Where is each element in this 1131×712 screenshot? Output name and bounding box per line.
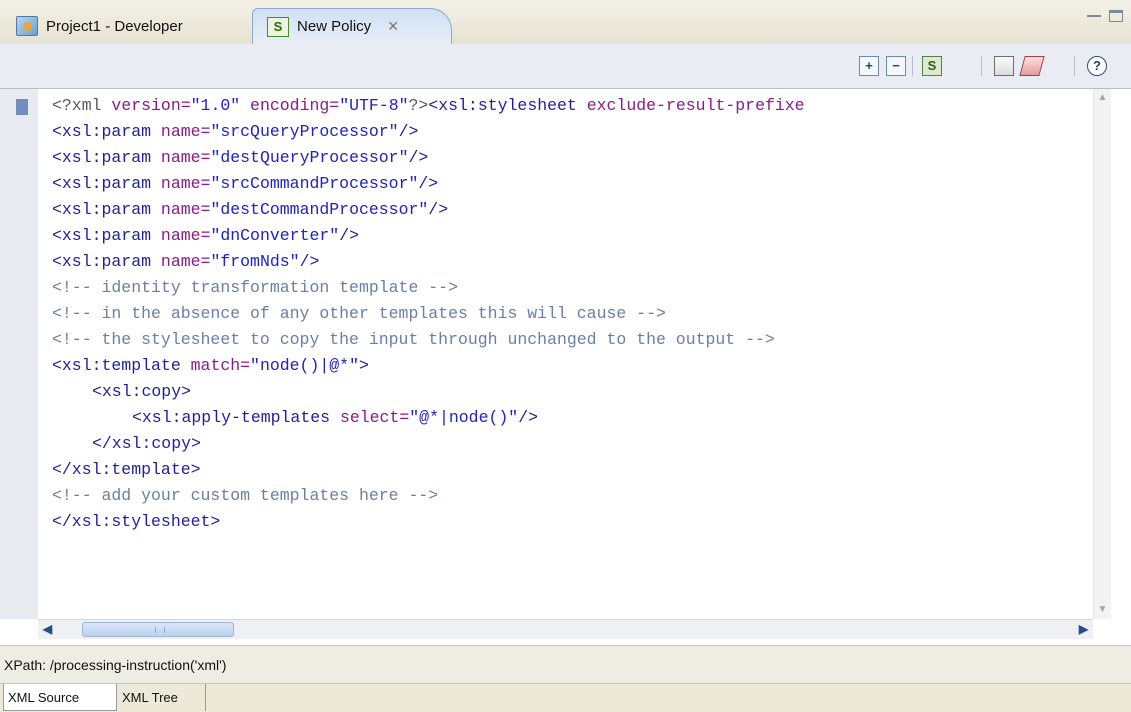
code-line-param: <xsl:param name="destQueryProcessor"/> [52,148,429,167]
scroll-left-icon[interactable]: ◀ [38,620,57,639]
editor-view-tabs: XML Source XML Tree [0,683,1131,712]
code-comment-line: <!-- identity transformation template --… [52,278,458,297]
close-icon[interactable]: ✕ [387,18,399,35]
current-line-marker [16,99,28,115]
copy-icon[interactable] [994,56,1014,76]
code-line-param: <xsl:param name="srcQueryProcessor"/> [52,122,419,141]
code-line-1: <?xml version="1.0" encoding="UTF-8"?><x… [52,96,805,115]
code-line-copy-close: </xsl:copy> [92,434,201,453]
tab-xml-tree[interactable]: XML Tree [118,684,206,711]
vertical-scrollbar[interactable]: ▲ ▼ [1093,89,1111,619]
eraser-icon[interactable] [1019,56,1045,76]
tab-new-policy[interactable]: S New Policy ✕ [252,8,452,44]
window-controls [1087,10,1123,27]
grip-icon [155,627,165,633]
tab-project1-developer[interactable]: Project1 - Developer [4,8,244,44]
code-line-param: <xsl:param name="srcCommandProcessor"/> [52,174,439,193]
help-icon[interactable]: ? [1087,56,1107,76]
scroll-down-icon[interactable]: ▼ [1094,601,1111,619]
expand-all-icon[interactable]: + [859,56,879,76]
code-area[interactable]: <?xml version="1.0" encoding="UTF-8"?><x… [38,89,1092,619]
editor-tab-bar: Project1 - Developer S New Policy ✕ [0,0,1131,45]
xpath-status: XPath: /processing-instruction('xml') [0,645,1131,683]
code-line-stylesheet-close: </xsl:stylesheet> [52,512,221,531]
project-icon [16,16,38,36]
tab-label: Project1 - Developer [46,17,183,35]
code-line-template-close: </xsl:template> [52,460,201,479]
schema-icon[interactable]: S [922,56,942,76]
code-comment-line: <!-- add your custom templates here --> [52,486,439,505]
code-comment-line: <!-- in the absence of any other templat… [52,304,666,323]
toolbar-divider [1074,56,1075,76]
tab-xml-source[interactable]: XML Source [3,684,117,711]
toolbar-divider [912,56,913,76]
code-line-param: <xsl:param name="dnConverter"/> [52,226,359,245]
policy-toolbar: + − S ? [0,44,1131,89]
editor-window: Project1 - Developer S New Policy ✕ + − … [0,0,1131,712]
horizontal-scroll-thumb[interactable] [82,622,234,637]
maximize-icon[interactable] [1109,10,1123,22]
minimize-icon[interactable] [1087,15,1101,27]
code-line-copy-open: <xsl:copy> [92,382,192,401]
toolbar-divider [981,56,982,76]
code-line-apply-templates: <xsl:apply-templates select="@*|node()"/… [132,408,538,427]
editor-gutter [0,89,38,619]
xml-source-editor[interactable]: <?xml version="1.0" encoding="UTF-8"?><x… [0,88,1131,646]
policy-icon: S [267,16,289,37]
code-line-param: <xsl:param name="fromNds"/> [52,252,320,271]
collapse-all-icon[interactable]: − [886,56,906,76]
tab-label: New Policy [297,18,372,35]
scroll-right-icon[interactable]: ▶ [1074,620,1093,639]
horizontal-scrollbar[interactable]: ◀ ▶ [38,619,1093,639]
code-line-param: <xsl:param name="destCommandProcessor"/> [52,200,449,219]
scroll-up-icon[interactable]: ▲ [1094,89,1111,107]
code-comment-line: <!-- the stylesheet to copy the input th… [52,330,775,349]
code-line-template-open: <xsl:template match="node()|@*"> [52,356,369,375]
